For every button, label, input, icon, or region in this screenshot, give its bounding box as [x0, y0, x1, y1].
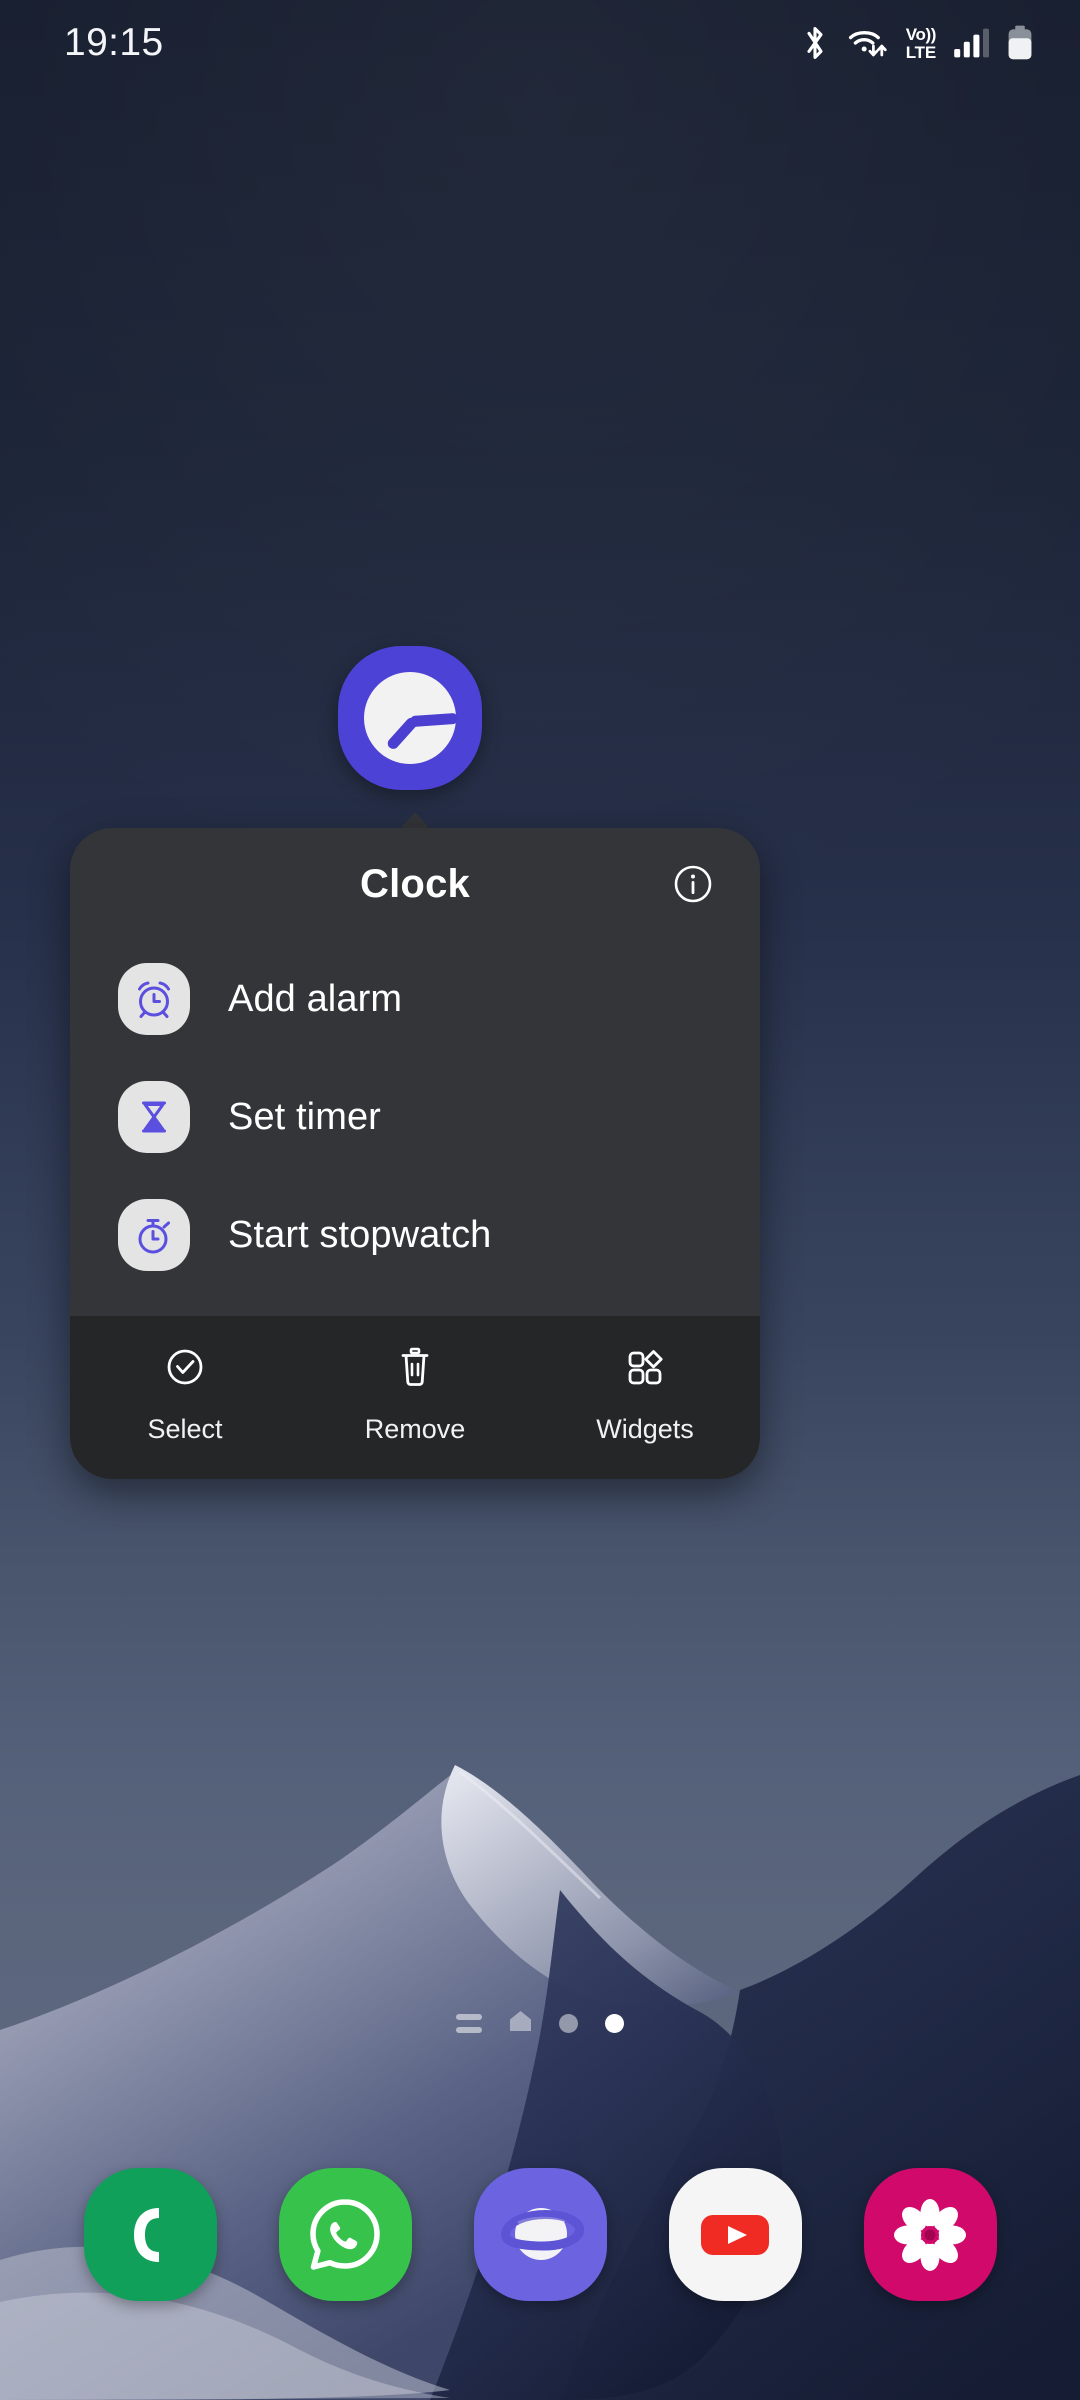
- volte-icon: Vo)) LTE: [905, 24, 937, 62]
- cellular-signal-icon: [953, 27, 989, 59]
- shortcut-label: Add alarm: [228, 977, 403, 1020]
- popup-title: Clock: [360, 861, 470, 906]
- gallery-app-icon[interactable]: [863, 2168, 997, 2301]
- line: [456, 2027, 482, 2033]
- action-button-select[interactable]: Select: [70, 1342, 300, 1445]
- action-label: Remove: [364, 1414, 466, 1444]
- phone-app-icon[interactable]: [83, 2168, 217, 2301]
- clock-app-icon-container[interactable]: [338, 646, 482, 790]
- youtube-app-icon[interactable]: [668, 2168, 802, 2301]
- shortcut-item-start-stopwatch[interactable]: Start stopwatch: [70, 1176, 760, 1294]
- clock-app-icon[interactable]: [338, 646, 482, 790]
- app-list-indicator[interactable]: [456, 2014, 482, 2033]
- clock-minute-hand: [385, 715, 420, 752]
- whatsapp-app-icon[interactable]: [278, 2168, 412, 2301]
- line: [456, 2014, 482, 2020]
- bluetooth-icon: [800, 25, 830, 61]
- shortcut-item-add-alarm[interactable]: Add alarm: [70, 940, 760, 1058]
- action-button-widgets[interactable]: Widgets: [530, 1342, 760, 1445]
- status-bar-icons: Vo)) LTE: [800, 25, 1034, 61]
- popup-shortcuts-section: Clock Add alarm Set timer Start stopwatc…: [70, 828, 760, 1316]
- action-label: Widgets: [596, 1414, 694, 1444]
- wifi-icon: [847, 25, 889, 61]
- page-indicator: [0, 2010, 1080, 2037]
- page-dot-2[interactable]: [605, 2014, 624, 2033]
- action-label: Select: [147, 1414, 223, 1444]
- page-dot-1[interactable]: [559, 2014, 578, 2033]
- dock: [0, 2168, 1080, 2301]
- hourglass-icon: [118, 1081, 190, 1153]
- check-circle-icon: [160, 1342, 210, 1397]
- shortcut-label: Start stopwatch: [228, 1213, 492, 1256]
- status-bar-clock: 19:15: [64, 21, 164, 64]
- popup-header: Clock: [70, 828, 760, 940]
- status-bar: 19:15 Vo)) LTE: [0, 0, 1080, 86]
- widgets-icon: [620, 1342, 670, 1397]
- clock-hour-hand: [409, 712, 459, 728]
- battery-icon: [1006, 25, 1034, 61]
- app-shortcut-popup: Clock Add alarm Set timer Start stopwatc…: [70, 828, 760, 1479]
- trash-icon: [390, 1342, 440, 1397]
- stopwatch-icon: [118, 1199, 190, 1271]
- home-page-indicator[interactable]: [509, 2010, 532, 2037]
- action-button-remove[interactable]: Remove: [300, 1342, 530, 1445]
- popup-action-bar: Select Remove Widgets: [70, 1316, 760, 1479]
- alarm-clock-icon: [118, 963, 190, 1035]
- shortcut-label: Set timer: [228, 1095, 381, 1138]
- clock-face: [364, 672, 459, 764]
- info-icon[interactable]: [670, 861, 716, 907]
- shortcut-item-set-timer[interactable]: Set timer: [70, 1058, 760, 1176]
- samsung-internet-app-icon[interactable]: [473, 2168, 607, 2301]
